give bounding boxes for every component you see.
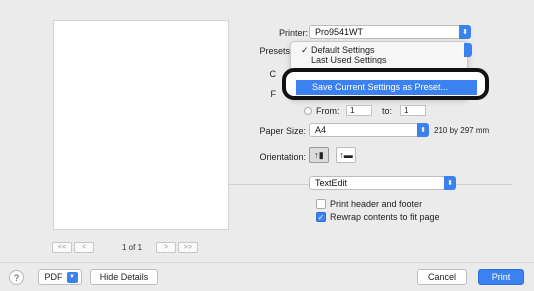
- checkmark-icon: ✓: [301, 45, 309, 55]
- popup-arrows-icon: ⬍: [444, 176, 456, 190]
- page-count: 1 of 1: [122, 242, 143, 252]
- landscape-icon: ↑▬: [339, 150, 353, 160]
- cancel-button[interactable]: Cancel: [417, 269, 467, 285]
- popup-arrows-icon: ⬍: [417, 123, 429, 137]
- page-range-radio[interactable]: [304, 107, 312, 115]
- paper-size-label: Paper Size:: [259, 126, 306, 136]
- bottom-toolbar: ? PDF ▼ Hide Details Cancel Print: [0, 262, 534, 291]
- print-header-footer-label: Print header and footer: [330, 199, 423, 209]
- copies-label-partial: C: [269, 69, 277, 79]
- from-page-field[interactable]: 1: [346, 105, 372, 116]
- chevron-down-icon: ▼: [66, 271, 78, 283]
- printer-popup[interactable]: Pro9541WT ⬍: [309, 25, 471, 39]
- pages-label-partial: F: [270, 89, 277, 99]
- printer-value: Pro9541WT: [315, 27, 364, 37]
- paper-size-value: A4: [315, 125, 327, 135]
- from-label: From:: [316, 106, 340, 116]
- first-page-button[interactable]: <<: [52, 241, 72, 253]
- prev-page-button[interactable]: <: [74, 241, 94, 253]
- menu-item-save-as-preset[interactable]: Save Current Settings as Preset...: [296, 80, 477, 95]
- printer-label: Printer:: [278, 28, 308, 38]
- highlight-callout: Save Current Settings as Preset...: [282, 68, 489, 100]
- presets-label: Presets: [259, 46, 290, 56]
- checkmark-icon: ✓: [317, 212, 325, 222]
- presets-popup-arrow: [464, 43, 472, 57]
- hide-details-button[interactable]: Hide Details: [90, 269, 158, 285]
- rewrap-contents-label: Rewrap contents to fit page: [330, 212, 440, 222]
- menu-item-default-settings[interactable]: ✓ Default Settings: [291, 45, 467, 56]
- to-label: to:: [382, 106, 393, 116]
- help-button[interactable]: ?: [9, 270, 24, 285]
- print-header-footer-checkbox[interactable]: [316, 199, 326, 209]
- orientation-label: Orientation:: [259, 152, 306, 162]
- print-preview: [53, 20, 229, 230]
- next-page-button[interactable]: >: [156, 241, 177, 253]
- portrait-orientation-button[interactable]: ↑▮: [309, 147, 329, 163]
- print-button[interactable]: Print: [478, 269, 524, 285]
- to-page-field[interactable]: 1: [400, 105, 426, 116]
- pdf-menu-button[interactable]: PDF ▼: [38, 269, 82, 285]
- menu-item-label: Default Settings: [311, 45, 375, 55]
- portrait-icon: ↑▮: [314, 149, 324, 160]
- paper-dimensions: 210 by 297 mm: [434, 126, 490, 135]
- paper-size-popup[interactable]: A4 ⬍: [309, 123, 429, 137]
- rewrap-contents-checkbox[interactable]: ✓: [316, 212, 326, 222]
- last-page-button[interactable]: >>: [178, 241, 199, 253]
- app-section-value: TextEdit: [315, 178, 348, 188]
- menu-item-label: Last Used Settings: [311, 56, 387, 64]
- menu-item-last-used-settings[interactable]: Last Used Settings: [291, 56, 467, 64]
- app-section-popup[interactable]: TextEdit ⬍: [309, 176, 456, 190]
- popup-arrows-icon: ⬍: [459, 25, 471, 39]
- page-navigator: << < 1 of 1 > >>: [52, 240, 200, 254]
- landscape-orientation-button[interactable]: ↑▬: [336, 147, 356, 163]
- pdf-label: PDF: [44, 272, 63, 282]
